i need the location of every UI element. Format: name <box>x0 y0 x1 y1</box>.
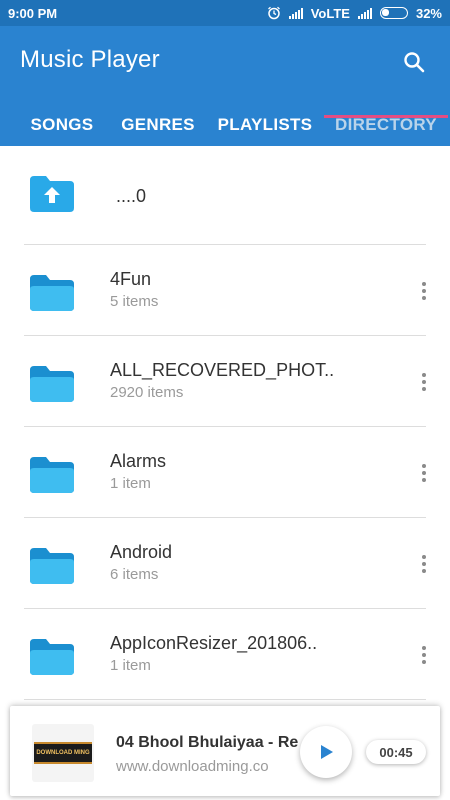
folder-icon <box>30 639 74 675</box>
signal-icon <box>288 7 303 19</box>
folder-name: AppIconResizer_201806.. <box>110 633 318 653</box>
folder-row[interactable]: AppIconResizer_201806.. 1 item <box>0 609 450 700</box>
play-button[interactable] <box>300 726 352 778</box>
tab-directory[interactable]: DIRECTORY <box>326 104 446 146</box>
elapsed-time: 00:45 <box>366 740 426 764</box>
track-title: 04 Bhool Bhulaiyaa - Re <box>116 734 299 751</box>
search-button[interactable] <box>396 44 432 80</box>
tab-playlists[interactable]: PLAYLISTS <box>212 104 318 146</box>
folder-item-count: 2920 items <box>110 384 184 401</box>
folder-icon <box>30 457 74 493</box>
folder-item-count: 1 item <box>110 657 151 674</box>
album-art: DOWNLOAD MING <box>32 724 94 782</box>
folder-row[interactable]: 4Fun 5 items <box>0 245 450 336</box>
folder-name: Alarms <box>110 451 167 471</box>
more-options-icon[interactable] <box>412 458 436 488</box>
now-playing-bar[interactable]: DOWNLOAD MING 04 Bhool Bhulaiyaa - Re ww… <box>10 706 440 796</box>
folder-item-count: 5 items <box>110 293 159 310</box>
track-subtitle: www.downloadming.co <box>116 758 269 775</box>
folder-name: Android <box>110 542 173 562</box>
folder-row[interactable]: ALL_RECOVERED_PHOT.. 2920 items <box>0 336 450 427</box>
folder-up-icon <box>30 176 74 212</box>
more-options-icon[interactable] <box>412 640 436 670</box>
folder-icon <box>30 275 74 311</box>
album-art-logo: DOWNLOAD MING <box>34 742 92 764</box>
battery-fill <box>381 9 389 16</box>
status-bar: 9:00 PM VoLTE 32% <box>0 0 450 26</box>
folder-icon <box>30 366 74 402</box>
network-label: VoLTE <box>310 5 350 21</box>
battery-icon <box>379 7 408 19</box>
alarm-icon <box>267 6 280 20</box>
folder-row[interactable]: Alarms 1 item <box>0 427 450 518</box>
app-bar: Music Player SONGS GENRES PLAYLISTS DIRE… <box>0 26 450 146</box>
app-title: Music Player <box>20 46 160 73</box>
parent-folder-row[interactable]: ....0 <box>0 146 450 245</box>
folder-icon <box>30 548 74 584</box>
parent-folder-label: ....0 <box>116 186 147 206</box>
more-options-icon[interactable] <box>412 367 436 397</box>
play-icon <box>321 745 333 759</box>
signal-icon-2 <box>357 7 372 19</box>
row-divider <box>24 699 426 700</box>
tab-indicator <box>324 115 448 118</box>
more-options-icon[interactable] <box>412 276 436 306</box>
folder-row[interactable]: Android 6 items <box>0 518 450 609</box>
status-time: 9:00 PM <box>8 5 58 21</box>
tab-songs[interactable]: SONGS <box>14 104 110 146</box>
tab-bar: SONGS GENRES PLAYLISTS DIRECTORY <box>0 104 450 146</box>
folder-item-count: 6 items <box>110 566 159 583</box>
folder-name: ALL_RECOVERED_PHOT.. <box>110 360 335 380</box>
status-icons: VoLTE 32% <box>267 6 442 21</box>
folder-item-count: 1 item <box>110 475 151 492</box>
battery-percent: 32% <box>415 5 442 21</box>
search-icon <box>404 52 425 73</box>
tab-genres[interactable]: GENRES <box>112 104 204 146</box>
folder-name: 4Fun <box>110 269 152 289</box>
more-options-icon[interactable] <box>412 549 436 579</box>
